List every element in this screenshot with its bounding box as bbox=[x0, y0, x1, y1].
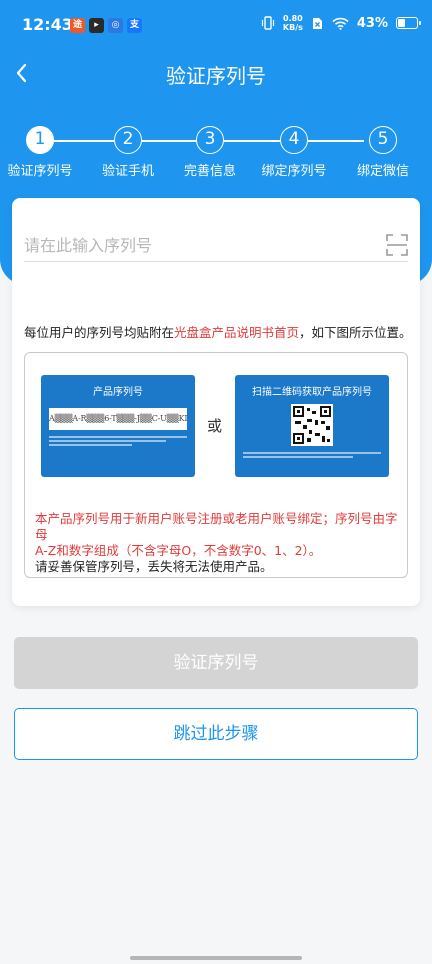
serial-label-sample-image: 产品序列号 A▒▒▒A-R▒▒▒6-T▒▒▒-J▒▒C-U▒▒KD bbox=[41, 375, 195, 477]
notice-line-3: 请妥善保管序列号，丢失将无法使用产品。 bbox=[35, 559, 273, 574]
skip-step-button[interactable]: 跳过此步骤 bbox=[14, 708, 418, 760]
step-5: 5 绑定微信 bbox=[338, 126, 428, 179]
step-label: 绑定微信 bbox=[356, 164, 409, 179]
sim-disabled-icon bbox=[312, 17, 322, 29]
verify-serial-button[interactable]: 验证序列号 bbox=[14, 637, 418, 689]
status-time: 12:43 bbox=[22, 15, 73, 34]
battery-icon bbox=[396, 17, 421, 29]
step-3: 3 完善信息 bbox=[165, 126, 255, 179]
step-number: 2 bbox=[114, 126, 142, 154]
network-speed-unit: KB/s bbox=[282, 23, 303, 32]
step-label: 绑定序列号 bbox=[261, 164, 327, 179]
battery-percent: 43% bbox=[356, 15, 388, 31]
hint-suffix: ，如下图所示位置。 bbox=[299, 325, 412, 340]
app-notification-icon: 途 bbox=[70, 18, 85, 33]
sample-fine-print bbox=[49, 436, 187, 446]
status-bar: 12:43 途 ▸ ◎ 支 0.80 KB/s 43% bbox=[0, 0, 432, 50]
serial-card: 每位用户的序列号均贴附在光盘盒产品说明书首页，如下图所示位置。 产品序列号 A▒… bbox=[12, 198, 420, 606]
step-label: 完善信息 bbox=[183, 164, 236, 179]
page-title: 验证序列号 bbox=[166, 64, 266, 88]
qr-code-icon bbox=[291, 404, 333, 446]
notice-line-1: 本产品序列号用于新用户账号注册或老用户账号绑定；序列号由字母 bbox=[35, 511, 398, 542]
vibrate-icon bbox=[261, 16, 274, 30]
serial-location-hint: 每位用户的序列号均贴附在光盘盒产品说明书首页，如下图所示位置。 bbox=[24, 322, 412, 341]
qr-sample-title: 扫描二维码获取产品序列号 bbox=[252, 387, 372, 398]
serial-info-box: 产品序列号 A▒▒▒A-R▒▒▒6-T▒▒▒-J▒▒C-U▒▒KD 或 扫描二维… bbox=[24, 352, 408, 578]
step-progress: 1 验证序列号 2 验证手机 3 完善信息 4 绑定序列号 5 绑定微信 bbox=[0, 126, 432, 182]
hint-prefix: 每位用户的序列号均贴附在 bbox=[24, 325, 175, 340]
scan-icon bbox=[386, 234, 408, 256]
media-app-icon: ▸ bbox=[89, 18, 104, 33]
serial-notice: 本产品序列号用于新用户账号注册或老用户账号绑定；序列号由字母 A-Z和数字组成（… bbox=[35, 511, 399, 575]
step-label: 验证手机 bbox=[101, 164, 154, 179]
hint-highlight: 光盘盒产品说明书首页 bbox=[174, 325, 300, 340]
qr-label-sample-image: 扫描二维码获取产品序列号 bbox=[235, 375, 389, 477]
qr-sample-fine-print bbox=[243, 452, 381, 458]
step-number: 5 bbox=[369, 126, 397, 154]
alipay-icon: 支 bbox=[127, 18, 142, 33]
status-indicators: 0.80 KB/s 43% bbox=[261, 14, 421, 32]
input-underline bbox=[24, 261, 408, 262]
step-number: 3 bbox=[196, 126, 224, 154]
scan-button[interactable] bbox=[386, 234, 408, 256]
step-1: 1 验证序列号 bbox=[0, 126, 85, 179]
wifi-icon bbox=[332, 17, 349, 30]
step-label: 验证序列号 bbox=[7, 164, 73, 179]
app-notification-icon: ◎ bbox=[108, 18, 123, 33]
sample-serial: A▒▒▒A-R▒▒▒6-T▒▒▒-J▒▒C-U▒▒KD bbox=[49, 408, 187, 430]
notice-line-2: A-Z和数字组成（不含字母O，不含数字0、1、2）。 bbox=[35, 543, 322, 558]
home-indicator[interactable] bbox=[130, 956, 302, 960]
nav-bar: 验证序列号 bbox=[0, 50, 432, 96]
step-number: 1 bbox=[26, 126, 54, 154]
network-speed: 0.80 KB/s bbox=[283, 14, 303, 32]
network-speed-value: 0.80 bbox=[283, 14, 303, 23]
or-label: 或 bbox=[207, 417, 223, 435]
step-number: 4 bbox=[280, 126, 308, 154]
notification-icons: 途 ▸ ◎ 支 bbox=[70, 18, 142, 33]
sample-title: 产品序列号 bbox=[93, 387, 143, 398]
step-4: 4 绑定序列号 bbox=[249, 126, 339, 179]
step-2: 2 验证手机 bbox=[83, 126, 173, 179]
battery-level-fill bbox=[398, 19, 406, 27]
serial-input[interactable] bbox=[24, 230, 364, 260]
